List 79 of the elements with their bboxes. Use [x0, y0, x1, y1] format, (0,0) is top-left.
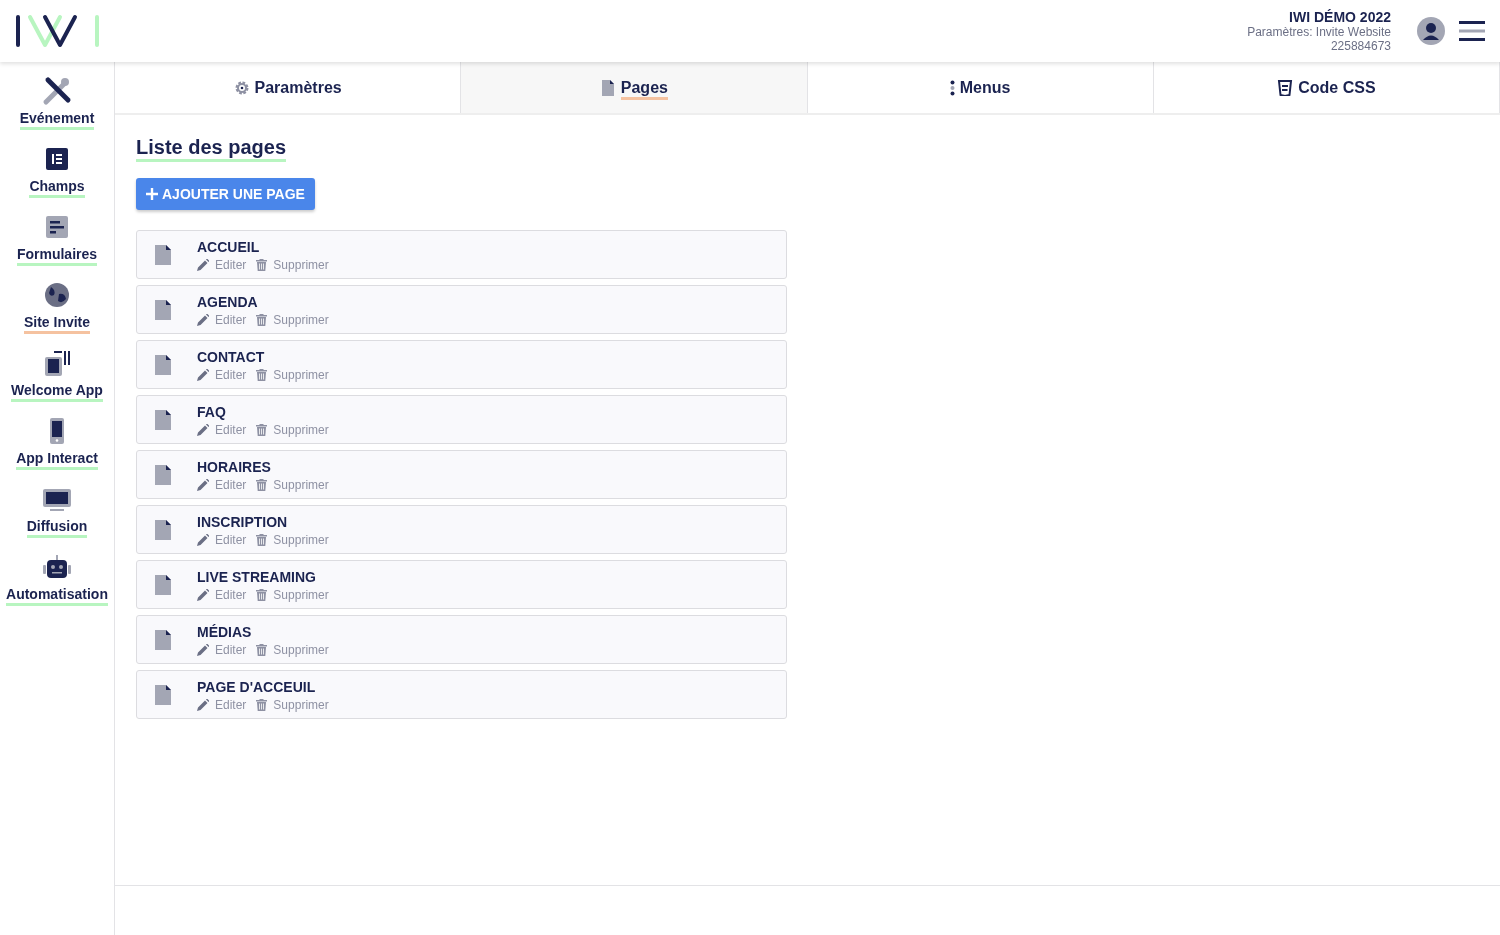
edit-link[interactable]: Editer — [197, 532, 247, 547]
sidebar-item[interactable]: Formulaires — [16, 212, 98, 272]
trash-icon — [256, 313, 268, 326]
page-name: LIVE STREAMING — [197, 567, 317, 586]
delete-link[interactable]: Supprimer — [256, 477, 329, 492]
pencil-icon — [197, 313, 209, 326]
page-name: CONTACT — [197, 347, 266, 366]
file-icon — [155, 409, 171, 430]
globe-icon — [42, 280, 72, 310]
tab[interactable]: Pages — [461, 62, 808, 113]
sidebar-item[interactable]: Evénement — [19, 76, 95, 136]
pencil-icon — [197, 258, 209, 271]
edit-link[interactable]: Editer — [197, 312, 247, 327]
trash-icon — [256, 423, 268, 436]
event-title: IWI DÉMO 2022 — [1288, 9, 1391, 25]
sidebar-item[interactable]: Champs — [29, 144, 85, 204]
menu-icon[interactable] — [1459, 20, 1485, 42]
edit-link[interactable]: Editer — [197, 642, 247, 657]
page-name: AGENDA — [197, 292, 259, 311]
sidebar-item[interactable]: Site Invite — [23, 280, 91, 340]
delete-link[interactable]: Supprimer — [256, 587, 329, 602]
page-name: ACCUEIL — [197, 237, 261, 256]
file-icon — [155, 684, 171, 705]
sidebar-item[interactable]: Diffusion — [26, 484, 88, 544]
edit-link[interactable]: Editer — [197, 587, 247, 602]
file-icon — [155, 299, 171, 320]
delete-link[interactable]: Supprimer — [256, 642, 329, 657]
trash-icon — [256, 258, 268, 271]
file-icon — [599, 79, 616, 96]
pencil-icon — [197, 698, 209, 711]
file-icon — [155, 244, 171, 265]
trash-icon — [256, 643, 268, 656]
kiosk-icon — [42, 348, 72, 378]
plus-icon — [146, 188, 158, 200]
sidebar-item[interactable]: App Interact — [16, 416, 98, 476]
file-icon — [155, 519, 171, 540]
edit-link[interactable]: Editer — [197, 422, 247, 437]
file-icon — [155, 574, 171, 595]
trash-icon — [256, 698, 268, 711]
settings-line: Paramètres: Invite Website — [1247, 25, 1391, 39]
delete-link[interactable]: Supprimer — [256, 367, 329, 382]
page-name: INSCRIPTION — [197, 512, 289, 531]
file-icon — [155, 629, 171, 650]
trash-icon — [256, 533, 268, 546]
add-page-button[interactable]: AJOUTER UNE PAGE — [136, 178, 315, 210]
delete-link[interactable]: Supprimer — [256, 422, 329, 437]
pencil-icon — [197, 533, 209, 546]
file-icon — [155, 464, 171, 485]
logo-icon — [15, 14, 101, 48]
sidebar-item[interactable]: Welcome App — [11, 348, 103, 408]
event-id: 225884673 — [1329, 39, 1391, 53]
page-name: HORAIRES — [197, 457, 272, 476]
pencil-icon — [197, 588, 209, 601]
edit-link[interactable]: Editer — [197, 477, 247, 492]
delete-link[interactable]: Supprimer — [256, 312, 329, 327]
tools-icon — [42, 76, 72, 106]
file-icon — [155, 354, 171, 375]
page-name: MÉDIAS — [197, 622, 253, 641]
delete-link[interactable]: Supprimer — [256, 532, 329, 547]
trash-icon — [256, 588, 268, 601]
pencil-icon — [197, 423, 209, 436]
edit-link[interactable]: Editer — [197, 697, 247, 712]
page-name: PAGE D'ACCEUIL — [197, 677, 317, 696]
settings-icon — [233, 79, 250, 96]
trash-icon — [256, 478, 268, 491]
page-title: Liste des pages — [136, 135, 287, 162]
dots-icon — [949, 79, 955, 96]
trash-icon — [256, 368, 268, 381]
edit-link[interactable]: Editer — [197, 367, 247, 382]
user-avatar-icon[interactable] — [1417, 17, 1445, 45]
delete-link[interactable]: Supprimer — [256, 257, 329, 272]
pencil-icon — [197, 643, 209, 656]
pencil-icon — [197, 368, 209, 381]
pencil-icon — [197, 478, 209, 491]
css-icon — [1277, 79, 1294, 96]
edit-link[interactable]: Editer — [197, 257, 247, 272]
delete-link[interactable]: Supprimer — [256, 697, 329, 712]
sidebar-item[interactable]: Automatisation — [6, 552, 108, 612]
page-name: FAQ — [197, 402, 227, 421]
